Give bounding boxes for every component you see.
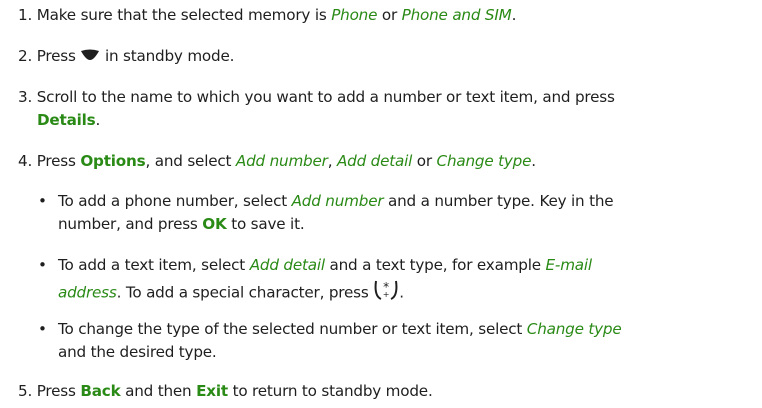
menu-option-add-number: Add number (291, 192, 384, 210)
step-text: to return to standby mode. (227, 382, 433, 400)
step-1: 1. Make sure that the selected memory is… (18, 5, 516, 26)
step-text: . (95, 111, 101, 129)
instruction-document: 1. Make sure that the selected memory is… (0, 0, 762, 408)
star-key-icon: * + (373, 278, 399, 308)
bullet-text: and the desired type. (58, 343, 217, 361)
menu-option-change-type: Change type (526, 320, 622, 338)
bullet-text: . To add a special character, press (116, 283, 374, 302)
menu-option-add-number: Add number (235, 152, 328, 170)
bullet-marker: • (38, 320, 47, 338)
bullet-text: . (399, 283, 404, 302)
bullet-marker: • (38, 256, 47, 274)
bullet-2-continued: address. To add a special character, pre… (58, 278, 404, 308)
softkey-details: Details (37, 111, 96, 129)
menu-option-phone: Phone (331, 6, 378, 24)
bullet-1: To add a phone number, select Add number… (58, 191, 614, 212)
bullet-marker: • (38, 192, 47, 210)
bullet-text: To change the type of the selected numbe… (58, 320, 527, 338)
step-text: Press (36, 152, 81, 170)
bullet-text: number, and press (58, 215, 203, 233)
menu-option-phone-and-sim: Phone and SIM (401, 6, 512, 24)
softkey-exit: Exit (196, 382, 228, 400)
scroll-down-key-icon (80, 46, 100, 67)
softkey-options: Options (80, 152, 146, 170)
step-number: 1. (18, 6, 33, 24)
step-5: 5. Press Back and then Exit to return to… (18, 381, 433, 402)
bullet-2: To add a text item, select Add detail an… (58, 255, 592, 276)
step-text: Scroll to the name to which you want to … (36, 88, 615, 106)
step-text: . (511, 6, 517, 24)
step-text: Press (36, 47, 81, 65)
menu-option-add-detail: Add detail (336, 152, 413, 170)
step-number: 5. (18, 382, 33, 400)
bullet-1-continued: number, and press OK to save it. (58, 214, 305, 235)
step-text: and then (120, 382, 197, 400)
step-4: 4. Press Options, and select Add number,… (18, 151, 536, 172)
svg-text:+: + (383, 290, 390, 299)
step-text: Press (36, 382, 81, 400)
step-text: Make sure that the selected memory is (36, 6, 332, 24)
step-text: in standby mode. (100, 47, 235, 65)
step-number: 3. (18, 88, 33, 106)
step-text: , (327, 152, 337, 170)
bullet-3-continued: and the desired type. (58, 342, 217, 363)
step-3: 3. Scroll to the name to which you want … (18, 87, 615, 108)
step-number: 4. (18, 152, 33, 170)
menu-option-add-detail: Add detail (249, 256, 325, 274)
softkey-back: Back (80, 382, 121, 400)
step-3-continued: Details. (37, 110, 100, 131)
bullet-text: to save it. (226, 215, 305, 233)
step-text: , and select (145, 152, 236, 170)
step-number: 2. (18, 47, 33, 65)
step-text: or (412, 152, 437, 170)
bullet-text: and a number type. Key in the (383, 192, 614, 210)
bullet-text: To add a text item, select (58, 256, 250, 274)
bullet-3: To change the type of the selected numbe… (58, 319, 622, 340)
menu-option-change-type: Change type (436, 152, 532, 170)
menu-option-address: address (58, 283, 117, 302)
softkey-ok: OK (202, 215, 227, 233)
bullet-text: and a text type, for example (324, 256, 546, 274)
step-2: 2. Press in standby mode. (18, 46, 234, 67)
step-text: or (377, 6, 402, 24)
bullet-text: To add a phone number, select (58, 192, 292, 210)
step-text: . (531, 152, 536, 170)
menu-option-email: E-mail (545, 256, 593, 274)
